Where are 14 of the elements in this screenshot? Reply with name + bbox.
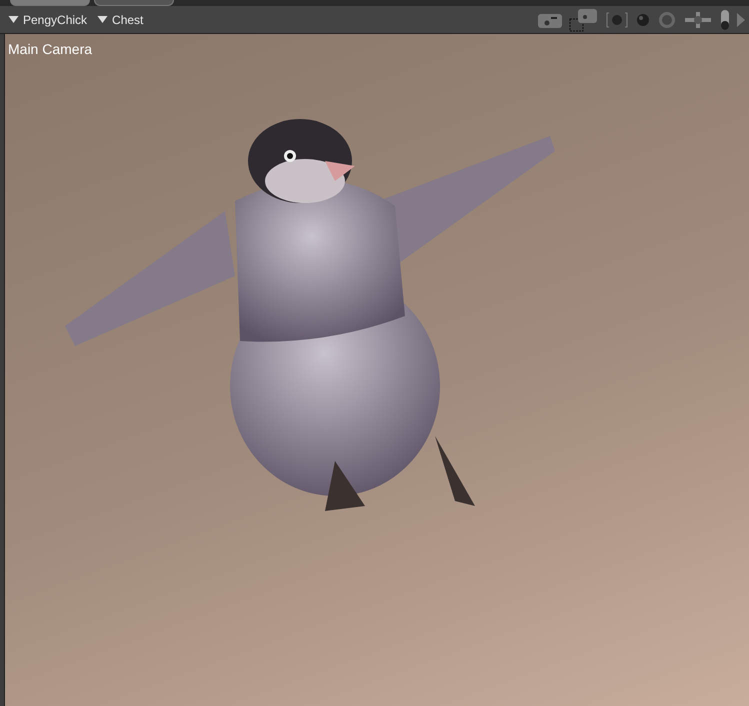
tab[interactable]	[10, 0, 90, 6]
sphere-icon[interactable]	[635, 12, 651, 28]
camera-frame-icon[interactable]	[569, 8, 599, 32]
frame-sphere-icon[interactable]	[605, 10, 629, 28]
dropdown-menu[interactable]: PengyChick	[6, 12, 90, 26]
dropdown-menu[interactable]: Chest	[95, 12, 146, 26]
scroll-right-icon[interactable]	[737, 12, 745, 26]
tab[interactable]	[94, 0, 174, 6]
caret-icon	[97, 16, 108, 23]
caret-icon	[8, 16, 19, 23]
capsule-icon[interactable]	[719, 8, 731, 30]
move-arrows-icon[interactable]	[683, 10, 713, 30]
camera-label: Main Camera	[8, 41, 92, 57]
3d-viewport[interactable]: Main Camera	[4, 34, 749, 706]
